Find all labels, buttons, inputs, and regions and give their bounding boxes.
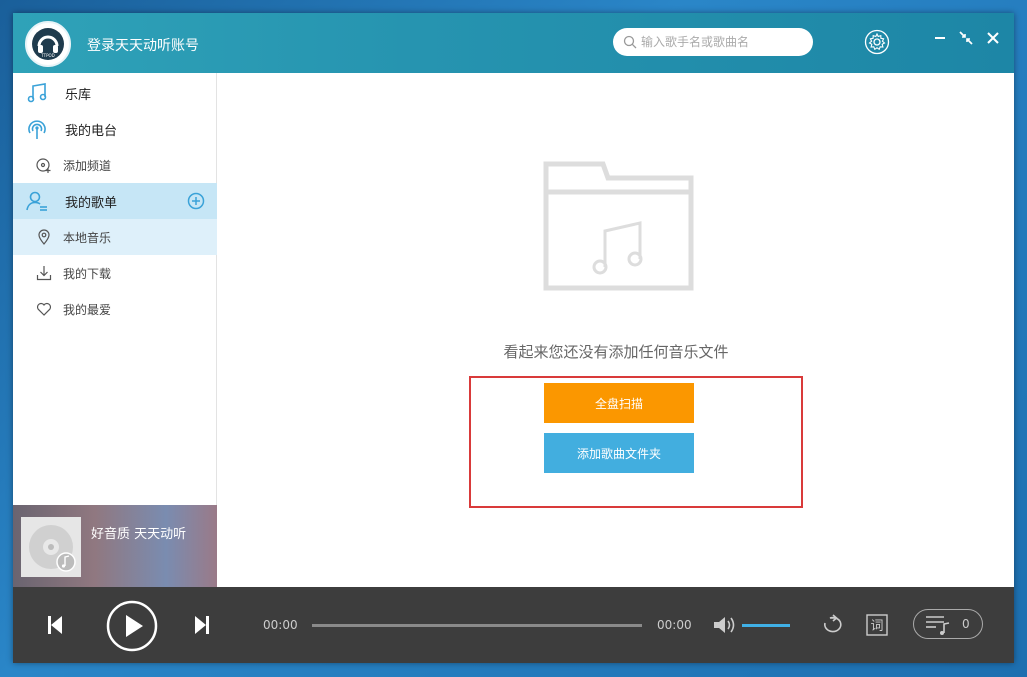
repeat-mode-button[interactable] [819, 613, 845, 637]
settings-button[interactable] [863, 28, 891, 56]
full-scan-button[interactable]: 全盘扫描 [544, 383, 694, 423]
minimize-icon [935, 37, 945, 39]
login-link[interactable]: 登录天天动听账号 [87, 35, 199, 55]
sidebar-item-my-favorites[interactable]: 我的最爱 [13, 291, 217, 327]
sidebar-item-local-music[interactable]: 本地音乐 [13, 219, 217, 255]
sidebar-item-label: 添加频道 [63, 158, 112, 173]
add-channel-icon [35, 156, 53, 174]
next-button[interactable] [190, 613, 214, 637]
queue-count: 0 [962, 617, 970, 631]
sidebar: 乐库 我的电台 添加频道 我的歌单 本地音乐 我的下载 我的最爱 好音质 天天动… [13, 73, 217, 587]
music-note-icon [25, 81, 49, 105]
search-icon [623, 35, 637, 49]
previous-button[interactable] [43, 613, 67, 637]
cd-disc-icon [29, 525, 76, 572]
total-time: 00:00 [657, 618, 692, 632]
current-time: 00:00 [263, 618, 298, 632]
minimize-button[interactable] [931, 29, 949, 47]
play-icon [106, 600, 158, 652]
next-track-icon [195, 616, 209, 634]
heart-icon [35, 300, 53, 318]
now-playing-panel[interactable]: 好音质 天天动听 [13, 505, 217, 587]
mini-mode-button[interactable] [957, 29, 975, 47]
player-bar: 00:00 00:00 词 0 [13, 587, 1014, 663]
user-playlist-icon [25, 189, 49, 213]
sidebar-item-my-downloads[interactable]: 我的下载 [13, 255, 217, 291]
play-button[interactable] [106, 600, 158, 652]
app-window: TTPOD 登录天天动听账号 输入歌手名或歌曲名 乐库 我的电台 添加频道 我的… [13, 13, 1014, 663]
close-button[interactable] [984, 29, 1002, 47]
avatar[interactable]: TTPOD [25, 21, 71, 67]
close-icon [987, 32, 999, 44]
repeat-icon [824, 614, 842, 633]
sidebar-item-label: 我的歌单 [65, 195, 118, 211]
shrink-icon [959, 31, 973, 45]
avatar-brand-text: TTPOD [40, 53, 54, 58]
sidebar-item-my-radio[interactable]: 我的电台 [13, 111, 217, 147]
volume-slider[interactable] [742, 624, 790, 627]
lyrics-button[interactable]: 词 [865, 613, 889, 637]
add-playlist-button[interactable] [187, 192, 205, 210]
sidebar-item-label: 我的最爱 [63, 302, 112, 317]
previous-track-icon [48, 616, 62, 634]
download-icon [35, 264, 53, 282]
playlist-icon [926, 616, 950, 635]
sidebar-item-add-channel[interactable]: 添加频道 [13, 147, 217, 183]
gear-icon [864, 29, 890, 55]
speaker-icon [714, 617, 735, 633]
sidebar-item-library[interactable]: 乐库 [13, 75, 217, 111]
location-pin-icon [35, 228, 53, 246]
lyrics-icon: 词 [866, 614, 888, 636]
progress-bar[interactable] [312, 624, 642, 627]
volume-button[interactable] [713, 614, 737, 636]
album-cover [21, 517, 81, 577]
empty-state-message: 看起来您还没有添加任何音乐文件 [503, 343, 729, 361]
empty-folder-icon [543, 161, 694, 291]
add-folder-button[interactable]: 添加歌曲文件夹 [544, 433, 694, 473]
sidebar-item-label: 我的下载 [63, 266, 112, 281]
title-bar: TTPOD 登录天天动听账号 [13, 13, 1014, 73]
sidebar-item-my-playlists[interactable]: 我的歌单 [13, 183, 217, 219]
sidebar-item-label: 乐库 [65, 87, 92, 103]
search-input[interactable] [641, 35, 806, 49]
headphones-logo-icon: TTPOD [32, 28, 64, 60]
playlist-queue-button[interactable]: 0 [913, 609, 983, 639]
sidebar-item-label: 我的电台 [65, 123, 118, 139]
main-content: 看起来您还没有添加任何音乐文件 全盘扫描 添加歌曲文件夹 [218, 73, 1014, 587]
now-playing-title: 好音质 天天动听 [91, 527, 187, 542]
lyrics-label: 词 [870, 619, 883, 634]
search-box[interactable] [613, 28, 813, 56]
sidebar-item-label: 本地音乐 [63, 230, 112, 245]
radio-icon [25, 117, 49, 141]
